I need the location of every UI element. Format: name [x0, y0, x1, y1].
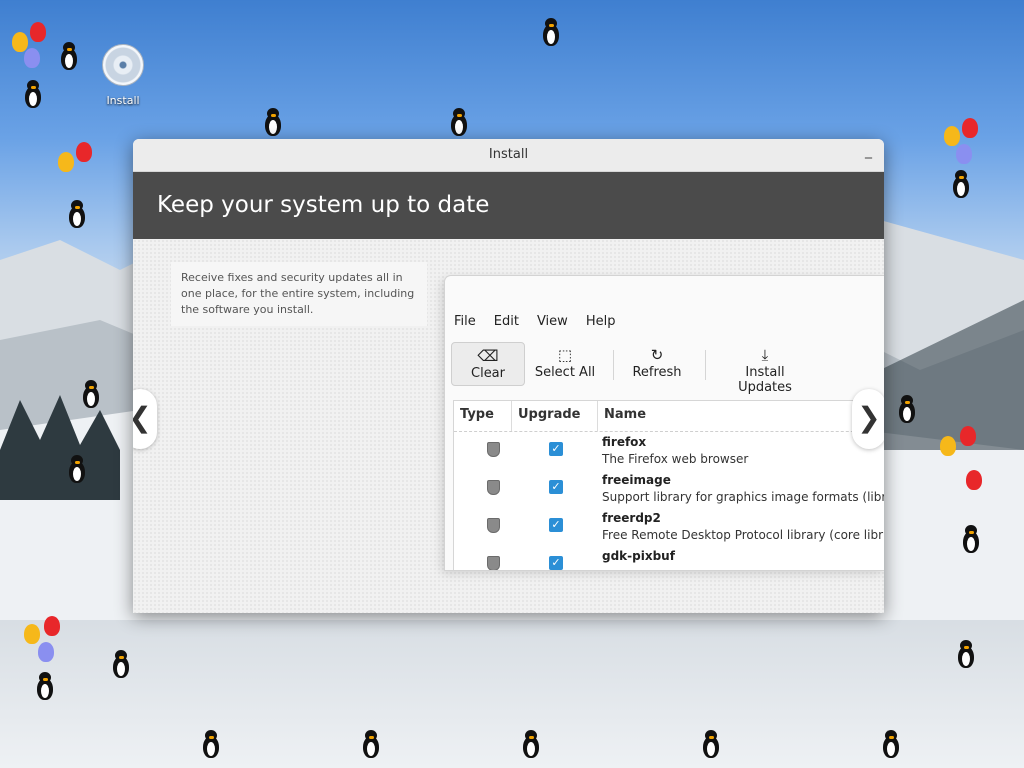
shield-icon [487, 518, 500, 533]
balloon-decoration [44, 616, 60, 636]
balloon-decoration [960, 426, 976, 446]
install-updates-button[interactable]: ⤓ Install Updates [717, 342, 813, 395]
penguin-decoration [58, 42, 80, 72]
upgrade-checkbox[interactable]: ✓ [549, 556, 563, 570]
previous-slide-button[interactable]: ❮ [133, 389, 157, 449]
refresh-label: Refresh [632, 365, 682, 380]
penguin-decoration [262, 108, 284, 138]
penguin-decoration [22, 80, 44, 110]
menu-help[interactable]: Help [586, 314, 616, 329]
package-name: gdk-pixbuf [602, 549, 675, 563]
shield-icon [487, 442, 500, 457]
penguin-decoration [360, 730, 382, 760]
toolbar-separator [613, 350, 614, 380]
penguin-decoration [520, 730, 542, 760]
penguin-decoration [896, 395, 918, 425]
package-description: Free Remote Desktop Protocol library (co… [602, 528, 883, 542]
penguin-decoration [880, 730, 902, 760]
disc-icon [102, 44, 144, 86]
balloon-decoration [944, 126, 960, 146]
package-description: Support library for graphics image forma… [602, 490, 884, 504]
clear-label: Clear [471, 366, 505, 381]
penguin-decoration [448, 108, 470, 138]
toolbar: ⌫ Clear ⬚ Select All ↻ Refresh ⤓ Install… [451, 342, 884, 395]
next-slide-button[interactable]: ❯ [852, 389, 884, 449]
table-row[interactable]: ✓ freerdp2 Free Remote Desktop Protocol … [454, 508, 884, 546]
balloon-decoration [12, 32, 28, 52]
upgrade-checkbox[interactable]: ✓ [549, 518, 563, 532]
balloon-decoration [76, 142, 92, 162]
menu-edit[interactable]: Edit [494, 314, 519, 329]
balloon-decoration [24, 624, 40, 644]
download-icon: ⤓ [761, 346, 769, 364]
table-row[interactable]: ✓ gdk-pixbuf [454, 546, 884, 570]
balloon-decoration [24, 48, 40, 68]
penguin-decoration [110, 650, 132, 680]
select-all-label: Select All [534, 365, 596, 380]
refresh-button[interactable]: ↻ Refresh [627, 342, 687, 386]
penguin-decoration [950, 170, 972, 200]
toolbar-separator [705, 350, 706, 380]
install-updates-label: Install Updates [738, 365, 792, 395]
balloon-decoration [962, 118, 978, 138]
window-title: Install [488, 147, 529, 162]
upgrade-checkbox[interactable]: ✓ [549, 442, 563, 456]
page-heading: Keep your system up to date [133, 172, 884, 239]
menubar: File Edit View Help [445, 314, 624, 334]
balloon-decoration [940, 436, 956, 456]
menu-file[interactable]: File [454, 314, 476, 329]
balloon-decoration [956, 144, 972, 164]
slide-content: Receive fixes and security updates all i… [133, 239, 884, 613]
shield-icon [487, 480, 500, 495]
window-titlebar[interactable]: Install _ [133, 139, 884, 172]
penguin-decoration [200, 730, 222, 760]
select-all-button[interactable]: ⬚ Select All [529, 342, 601, 386]
penguin-decoration [66, 200, 88, 230]
package-name: firefox [602, 435, 647, 449]
penguin-decoration [700, 730, 722, 760]
column-upgrade[interactable]: Upgrade [512, 401, 598, 431]
package-name: freerdp2 [602, 511, 661, 525]
table-header: Type Upgrade Name [454, 401, 884, 432]
penguin-decoration [66, 455, 88, 485]
update-manager-screenshot: File Edit View Help ⌫ Clear ⬚ Select All ↻ … [445, 276, 884, 570]
penguin-decoration [960, 525, 982, 555]
balloon-decoration [38, 642, 54, 662]
desktop-icon-label: Install [106, 94, 140, 107]
table-row[interactable]: ✓ freeimage Support library for graphics… [454, 470, 884, 508]
penguin-decoration [955, 640, 977, 670]
shield-icon [487, 556, 500, 570]
balloon-decoration [30, 22, 46, 42]
updates-table: Type Upgrade Name ✓ firefox The Firefox … [453, 400, 884, 570]
minimize-button[interactable]: _ [865, 143, 872, 159]
menu-view[interactable]: View [537, 314, 568, 329]
column-name[interactable]: Name [598, 401, 884, 431]
install-window: Install _ Keep your system up to date Re… [133, 139, 884, 613]
refresh-icon: ↻ [650, 346, 664, 364]
penguin-decoration [80, 380, 102, 410]
upgrade-checkbox[interactable]: ✓ [549, 480, 563, 494]
column-type[interactable]: Type [454, 401, 512, 431]
penguin-decoration [540, 18, 562, 48]
package-description: The Firefox web browser [602, 452, 749, 466]
slide-description: Receive fixes and security updates all i… [171, 262, 427, 326]
select-all-icon: ⬚ [557, 346, 573, 364]
desktop-install-icon[interactable]: Install [96, 44, 150, 107]
balloon-decoration [58, 152, 74, 172]
backspace-icon: ⌫ [477, 347, 499, 365]
balloon-decoration [966, 470, 982, 490]
package-name: freeimage [602, 473, 671, 487]
clear-button[interactable]: ⌫ Clear [451, 342, 525, 386]
penguin-decoration [34, 672, 56, 702]
table-row[interactable]: ✓ firefox The Firefox web browser [454, 432, 884, 470]
